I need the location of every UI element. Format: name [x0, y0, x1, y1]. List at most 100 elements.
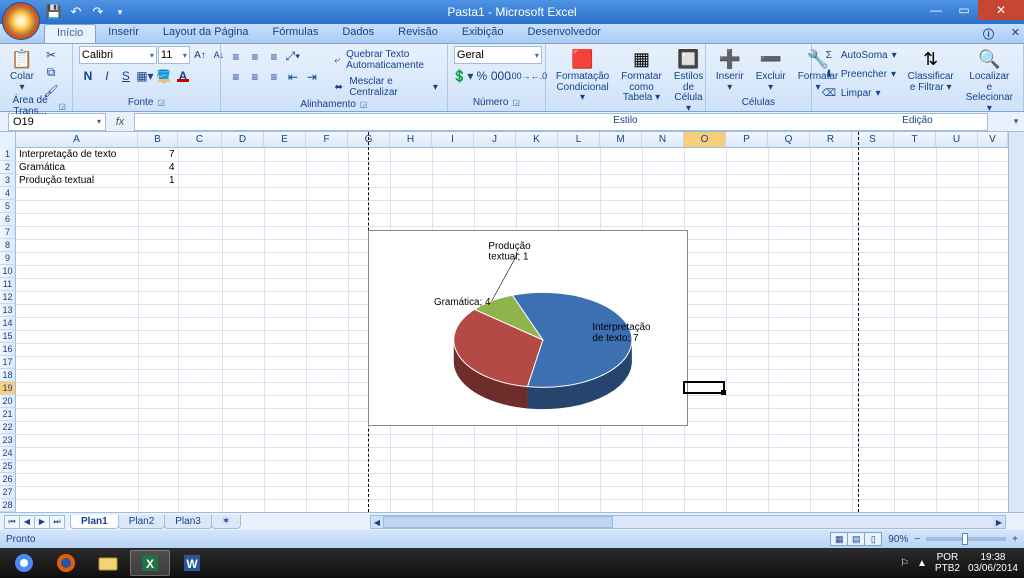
merge-center-button[interactable]: ⬌Mesclar e Centralizar ▾ — [329, 75, 441, 99]
col-header-G[interactable]: G — [348, 132, 390, 147]
select-all-corner[interactable] — [0, 132, 16, 148]
row-header-7[interactable]: 7 — [0, 226, 16, 239]
row-header-26[interactable]: 26 — [0, 473, 16, 486]
number-format-combo[interactable]: Geral▾ — [454, 46, 542, 64]
align-right-icon[interactable]: ≡ — [265, 68, 283, 85]
align-center-icon[interactable]: ≡ — [246, 68, 264, 85]
align-bottom-icon[interactable]: ≡ — [265, 48, 283, 65]
fill-button[interactable]: ⬇Preencher ▾ — [818, 65, 900, 83]
tab-inserir[interactable]: Inserir — [96, 24, 151, 43]
row-header-2[interactable]: 2 — [0, 161, 16, 174]
row-header-13[interactable]: 13 — [0, 304, 16, 317]
autosum-button[interactable]: ΣAutoSoma ▾ — [818, 46, 900, 64]
tray-flag-icon[interactable]: ⚐ — [900, 558, 909, 569]
col-header-J[interactable]: J — [474, 132, 516, 147]
office-button[interactable] — [2, 2, 40, 40]
tab-inicio[interactable]: Início — [44, 24, 96, 43]
zoom-out-icon[interactable]: − — [914, 534, 920, 545]
clear-button[interactable]: ⌫Limpar ▾ — [818, 84, 900, 102]
fx-icon[interactable]: fx — [112, 116, 128, 128]
sort-filter-button[interactable]: ⇅Classificar e Filtrar ▾ — [904, 46, 958, 94]
col-header-R[interactable]: R — [810, 132, 852, 147]
taskbar-firefox[interactable] — [46, 550, 86, 576]
decrease-indent-icon[interactable]: ⇤ — [284, 68, 302, 85]
row-header-19[interactable]: 19 — [0, 382, 16, 395]
col-header-U[interactable]: U — [936, 132, 978, 147]
taskbar-explorer[interactable] — [88, 550, 128, 576]
taskbar-word[interactable]: W — [172, 550, 212, 576]
col-header-K[interactable]: K — [516, 132, 558, 147]
copy-icon[interactable]: ⧉ — [42, 64, 60, 81]
col-header-Q[interactable]: Q — [768, 132, 810, 147]
row-header-16[interactable]: 16 — [0, 343, 16, 356]
col-header-T[interactable]: T — [894, 132, 936, 147]
close-button[interactable]: ✕ — [978, 0, 1024, 20]
zoom-in-icon[interactable]: + — [1012, 534, 1018, 545]
row-header-25[interactable]: 25 — [0, 460, 16, 473]
dialog-launcher-icon[interactable]: ◲ — [360, 100, 368, 109]
horizontal-scrollbar[interactable]: ◀ ▶ — [370, 515, 1006, 529]
wrap-text-button[interactable]: ⤶Quebrar Texto Automaticamente — [329, 48, 441, 72]
row-header-5[interactable]: 5 — [0, 200, 16, 213]
row-header-11[interactable]: 11 — [0, 278, 16, 291]
col-header-M[interactable]: M — [600, 132, 642, 147]
row-header-21[interactable]: 21 — [0, 408, 16, 421]
pie-chart[interactable]: Interpretaçãode texto; 7Gramática; 4Prod… — [368, 230, 688, 426]
tab-formulas[interactable]: Fórmulas — [261, 24, 331, 43]
row-header-14[interactable]: 14 — [0, 317, 16, 330]
delete-cells-button[interactable]: ➖Excluir▾ — [752, 46, 790, 94]
col-header-L[interactable]: L — [558, 132, 600, 147]
align-middle-icon[interactable]: ≡ — [246, 48, 264, 65]
italic-icon[interactable]: I — [98, 67, 116, 84]
row-header-20[interactable]: 20 — [0, 395, 16, 408]
help-icon[interactable]: ⓘ — [983, 26, 994, 42]
tab-desenvolvedor[interactable]: Desenvolvedor — [515, 24, 612, 43]
worksheet[interactable]: ABCDEFGHIJKLMNOPQRSTUV 12345678910111213… — [0, 132, 1024, 512]
increase-decimal-icon[interactable]: .00→ — [511, 67, 529, 84]
undo-icon[interactable]: ↶ — [68, 4, 84, 20]
col-header-V[interactable]: V — [978, 132, 1008, 147]
increase-indent-icon[interactable]: ⇥ — [303, 68, 321, 85]
zoom-slider[interactable] — [926, 537, 1006, 541]
tab-dados[interactable]: Dados — [330, 24, 386, 43]
row-header-27[interactable]: 27 — [0, 486, 16, 499]
row-header-8[interactable]: 8 — [0, 239, 16, 252]
col-header-P[interactable]: P — [726, 132, 768, 147]
row-header-28[interactable]: 28 — [0, 499, 16, 512]
col-header-C[interactable]: C — [178, 132, 222, 147]
paste-button[interactable]: 📋 Colar▾ — [6, 46, 38, 94]
format-table-button[interactable]: ▦Formatar como Tabela ▾ — [617, 46, 666, 105]
insert-cells-button[interactable]: ➕Inserir▾ — [712, 46, 748, 94]
save-icon[interactable]: 💾 — [46, 4, 62, 20]
view-pagebreak-icon[interactable]: ▯ — [864, 532, 882, 546]
col-header-B[interactable]: B — [138, 132, 178, 147]
col-header-I[interactable]: I — [432, 132, 474, 147]
row-header-4[interactable]: 4 — [0, 187, 16, 200]
dialog-launcher-icon[interactable]: ◲ — [157, 98, 165, 107]
dialog-launcher-icon[interactable]: ◲ — [512, 98, 520, 107]
tab-exibicao[interactable]: Exibição — [450, 24, 516, 43]
scroll-right-icon[interactable]: ▶ — [993, 516, 1005, 528]
col-header-O[interactable]: O — [684, 132, 726, 147]
tab-revisao[interactable]: Revisão — [386, 24, 450, 43]
sheet-tab-plan3[interactable]: Plan3 — [164, 515, 212, 529]
col-header-H[interactable]: H — [390, 132, 432, 147]
row-header-23[interactable]: 23 — [0, 434, 16, 447]
dialog-launcher-icon[interactable]: ◲ — [58, 102, 66, 111]
underline-icon[interactable]: S — [117, 67, 135, 84]
find-select-button[interactable]: 🔍Localizar e Selecionar ▾ — [962, 46, 1017, 115]
align-left-icon[interactable]: ≡ — [227, 68, 245, 85]
sheet-tab-plan1[interactable]: Plan1 — [70, 515, 119, 529]
col-header-E[interactable]: E — [264, 132, 306, 147]
tray-network-icon[interactable]: ▲ — [917, 558, 927, 569]
tray-clock[interactable]: 19:3803/06/2014 — [968, 552, 1018, 574]
sheet-tab-plan2[interactable]: Plan2 — [118, 515, 166, 529]
col-header-A[interactable]: A — [16, 132, 138, 147]
sheet-nav-last-icon[interactable]: ⏭ — [49, 515, 65, 529]
scroll-thumb[interactable] — [383, 516, 613, 528]
taskbar-excel[interactable]: X — [130, 550, 170, 576]
conditional-format-button[interactable]: 🟥Formatação Condicional ▾ — [552, 46, 613, 105]
fill-color-icon[interactable]: 🪣 — [155, 67, 173, 84]
sheet-nav-first-icon[interactable]: ⏮ — [4, 515, 20, 529]
tab-layout[interactable]: Layout da Página — [151, 24, 261, 43]
